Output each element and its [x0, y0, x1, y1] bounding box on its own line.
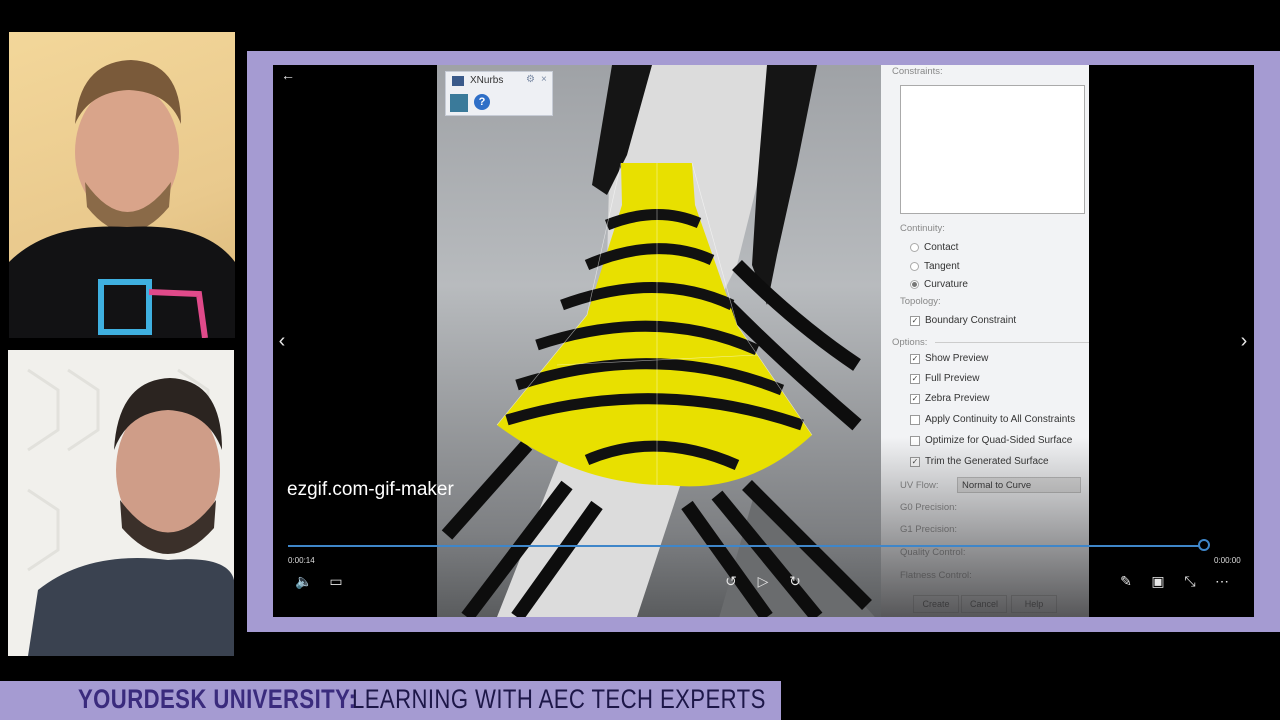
cancel-button[interactable]: Cancel: [961, 595, 1007, 613]
back-arrow-icon[interactable]: ←: [277, 65, 299, 85]
radio-contact[interactable]: Contact: [910, 242, 958, 253]
miniplayer-icon[interactable]: ▣: [1147, 571, 1169, 591]
constraints-label: Constraints:: [892, 66, 943, 77]
close-icon[interactable]: ×: [541, 74, 547, 85]
xnurbs-options-panel: Constraints: Continuity: Contact Tangent…: [881, 65, 1089, 617]
g1-precision-label: G1 Precision:: [900, 524, 958, 535]
options-divider: [935, 342, 1089, 343]
help-button[interactable]: Help: [1011, 595, 1057, 613]
uv-flow-label: UV Flow:: [900, 480, 939, 491]
g0-precision-label: G0 Precision:: [900, 502, 958, 513]
xnurbs-toolbar[interactable]: XNurbs ⚙ × ?: [445, 71, 553, 116]
uv-flow-select[interactable]: Normal to Curve: [957, 477, 1081, 493]
zebra-surface-render: [441, 65, 875, 617]
flatness-control-label: Flatness Control:: [900, 570, 972, 581]
radio-tangent[interactable]: Tangent: [910, 261, 960, 272]
banner-title: YOURDESK UNIVERSITY:: [78, 684, 357, 714]
checkbox-show-preview[interactable]: ✓ Show Preview: [910, 353, 988, 364]
lower-third-banner: YOURDESK UNIVERSITY: LEARNING WITH AEC T…: [0, 681, 781, 720]
forward-30-icon[interactable]: ↻: [784, 571, 806, 591]
xnurbs-tool-icon[interactable]: [450, 94, 468, 112]
xnurbs-logo-icon: [452, 76, 464, 86]
quality-control-label: Quality Control:: [900, 547, 966, 558]
seek-bar[interactable]: [288, 545, 1204, 547]
webcam-presenter-2: [8, 350, 234, 656]
presenter-1-image: [9, 60, 235, 338]
continuity-label: Continuity:: [900, 223, 945, 234]
presenter-2-image: [27, 368, 234, 656]
options-label: Options:: [892, 337, 928, 348]
create-button[interactable]: Create: [913, 595, 959, 613]
rhino-viewport[interactable]: [437, 65, 882, 617]
edit-icon[interactable]: ✎: [1115, 571, 1137, 591]
checkbox-full-preview[interactable]: ✓ Full Preview: [910, 373, 979, 384]
media-player: XNurbs ⚙ × ? Constraints: Continuity: Co…: [273, 65, 1254, 617]
current-time: 0:00:14: [288, 556, 315, 565]
rewind-10-icon[interactable]: ↺: [720, 571, 742, 591]
checkbox-trim-surface[interactable]: ✓ Trim the Generated Surface: [910, 456, 1049, 467]
video-title: ezgif.com-gif-maker: [287, 479, 454, 500]
checkbox-boundary-constraint[interactable]: ✓ Boundary Constraint: [910, 315, 1016, 326]
topology-label: Topology:: [900, 296, 941, 307]
exit-fullscreen-icon[interactable]: ⤡: [1179, 571, 1201, 591]
settings-icon[interactable]: ⚙: [526, 74, 535, 85]
volume-icon[interactable]: 🔈: [293, 571, 315, 591]
checkbox-zebra-preview[interactable]: ✓ Zebra Preview: [910, 393, 989, 404]
help-icon[interactable]: ?: [474, 94, 490, 110]
previous-icon[interactable]: ‹: [273, 331, 293, 351]
more-options-icon[interactable]: ⋯: [1211, 571, 1233, 591]
seek-thumb[interactable]: [1198, 539, 1210, 551]
checkbox-optimize-quad[interactable]: Optimize for Quad-Sided Surface: [910, 435, 1072, 446]
xnurbs-title: XNurbs: [470, 75, 504, 86]
next-icon[interactable]: ›: [1233, 331, 1254, 351]
total-time: 0:00:00: [1214, 556, 1241, 565]
constraints-list[interactable]: [900, 85, 1085, 214]
banner-subtitle: LEARNING WITH AEC TECH EXPERTS: [352, 684, 766, 714]
play-icon[interactable]: ▷: [752, 571, 774, 591]
captions-icon[interactable]: ▭: [325, 571, 347, 591]
checkbox-apply-continuity[interactable]: Apply Continuity to All Constraints: [910, 414, 1075, 425]
webcam-presenter-1: [9, 32, 235, 338]
radio-curvature[interactable]: Curvature: [910, 279, 968, 290]
